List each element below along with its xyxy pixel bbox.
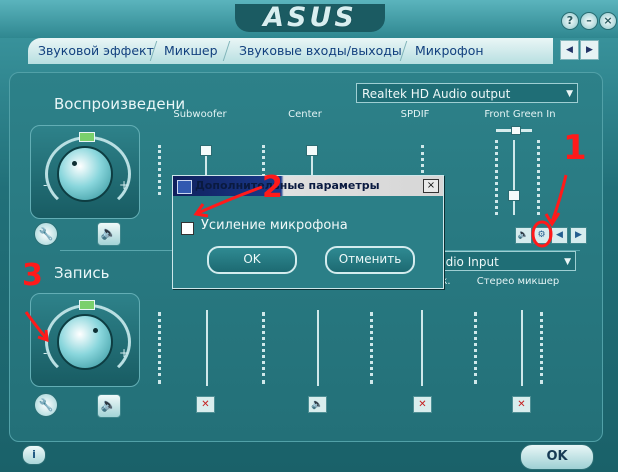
annotation-arrow-2 bbox=[197, 185, 263, 215]
annotation-arrow-3 bbox=[24, 311, 48, 339]
asus-audio-manager-window: ASUS ? – × Звуковой эффект Микшер Звуков… bbox=[0, 0, 618, 472]
annotation-overlay bbox=[24, 174, 568, 343]
annotation-circle bbox=[531, 220, 553, 248]
